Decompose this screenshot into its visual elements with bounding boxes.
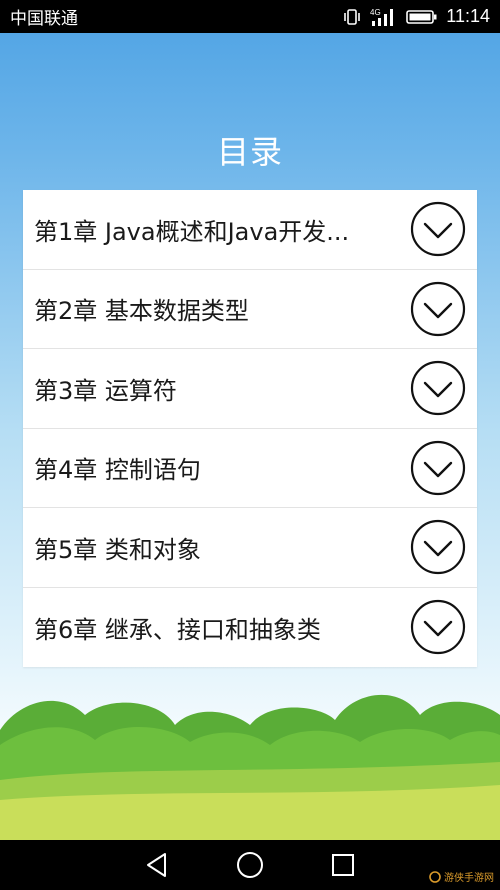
chevron-down-circle-icon[interactable] <box>410 440 466 496</box>
chapter-item-1[interactable]: 第1章 Java概述和Java开发... <box>23 190 477 270</box>
home-icon[interactable] <box>230 845 270 885</box>
chapter-item-6[interactable]: 第6章 继承、接口和抽象类 <box>23 588 477 668</box>
signal-4g-icon: 4G <box>370 7 398 27</box>
vibrate-icon <box>342 8 362 25</box>
clock: 11:14 <box>446 6 490 26</box>
status-bar: 中国联通 4G 11:14 <box>0 0 500 33</box>
chevron-down-circle-icon[interactable] <box>410 519 466 575</box>
page-title: 目录 <box>216 133 283 171</box>
chevron-down-circle-icon[interactable] <box>410 360 466 416</box>
battery-icon <box>406 9 438 25</box>
back-icon[interactable] <box>137 845 177 885</box>
svg-text:4G: 4G <box>370 8 381 17</box>
hills-background <box>0 694 500 840</box>
app-screen: 目录 第1章 Java概述和Java开发... 第2章 基本数据类型 第3章 运… <box>0 33 500 840</box>
chapter-item-4[interactable]: 第4章 控制语句 <box>23 429 477 508</box>
chapter-label: 第2章 基本数据类型 <box>34 297 249 326</box>
recent-apps-icon[interactable] <box>323 845 363 885</box>
chapter-label: 第5章 类和对象 <box>34 535 201 564</box>
carrier-name: 中国联通 <box>10 9 78 29</box>
status-icons: 4G 11:14 <box>342 6 490 27</box>
chevron-down-circle-icon[interactable] <box>410 281 466 337</box>
chapter-label: 第1章 Java概述和Java开发... <box>34 217 350 246</box>
chapter-item-3[interactable]: 第3章 运算符 <box>23 349 477 429</box>
chapter-item-2[interactable]: 第2章 基本数据类型 <box>23 270 477 349</box>
chapter-item-5[interactable]: 第5章 类和对象 <box>23 508 477 588</box>
chevron-down-circle-icon[interactable] <box>410 599 466 655</box>
watermark-text: 游侠手游网 <box>444 873 494 884</box>
chapter-list: 第1章 Java概述和Java开发... 第2章 基本数据类型 第3章 运算符 … <box>23 190 477 667</box>
chevron-down-circle-icon[interactable] <box>410 201 466 257</box>
watermark: 游侠手游网 <box>429 869 494 884</box>
chapter-label: 第6章 继承、接口和抽象类 <box>34 615 321 644</box>
chapter-label: 第3章 运算符 <box>34 376 177 405</box>
navigation-bar: 游侠手游网 <box>0 840 500 890</box>
chapter-label: 第4章 控制语句 <box>34 456 201 485</box>
